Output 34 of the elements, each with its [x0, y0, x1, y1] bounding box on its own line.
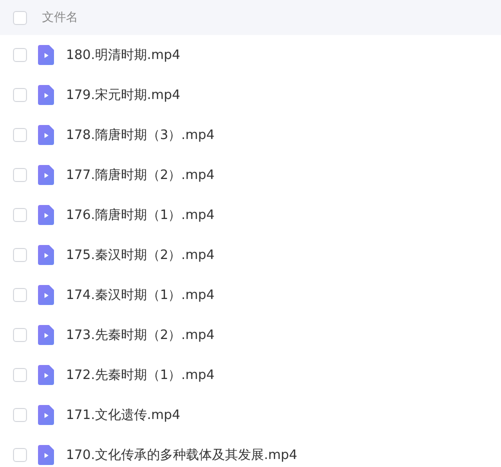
checkbox[interactable] — [13, 88, 27, 102]
video-file-icon — [38, 125, 54, 145]
checkbox[interactable] — [13, 368, 27, 382]
file-name[interactable]: 176.隋唐时期（1）.mp4 — [66, 206, 215, 224]
checkbox[interactable] — [13, 288, 27, 302]
video-file-icon — [38, 85, 54, 105]
video-file-icon — [38, 405, 54, 425]
video-file-icon — [38, 445, 54, 465]
video-file-icon — [38, 325, 54, 345]
checkbox[interactable] — [13, 328, 27, 342]
video-file-icon — [38, 365, 54, 385]
file-name[interactable]: 175.秦汉时期（2）.mp4 — [66, 246, 215, 264]
file-name[interactable]: 174.秦汉时期（1）.mp4 — [66, 286, 215, 304]
file-name[interactable]: 180.明清时期.mp4 — [66, 46, 180, 64]
video-file-icon — [38, 245, 54, 265]
checkbox[interactable] — [13, 128, 27, 142]
checkbox[interactable] — [13, 208, 27, 222]
checkbox[interactable] — [13, 168, 27, 182]
file-name[interactable]: 172.先秦时期（1）.mp4 — [66, 366, 215, 384]
file-name[interactable]: 178.隋唐时期（3）.mp4 — [66, 126, 215, 144]
checkbox[interactable] — [13, 448, 27, 462]
video-file-icon — [38, 45, 54, 65]
file-name[interactable]: 177.隋唐时期（2）.mp4 — [66, 166, 215, 184]
video-file-icon — [38, 205, 54, 225]
checkbox[interactable] — [13, 248, 27, 262]
video-file-icon — [38, 285, 54, 305]
checkbox[interactable] — [13, 48, 27, 62]
file-name[interactable]: 173.先秦时期（2）.mp4 — [66, 326, 215, 344]
video-file-icon — [38, 165, 54, 185]
checkbox[interactable] — [13, 10, 27, 24]
file-name[interactable]: 179.宋元时期.mp4 — [66, 86, 180, 104]
file-name[interactable]: 171.文化遗传.mp4 — [66, 406, 180, 424]
checkbox[interactable] — [13, 408, 27, 422]
file-name[interactable]: 170.文化传承的多种载体及其发展.mp4 — [66, 446, 298, 464]
